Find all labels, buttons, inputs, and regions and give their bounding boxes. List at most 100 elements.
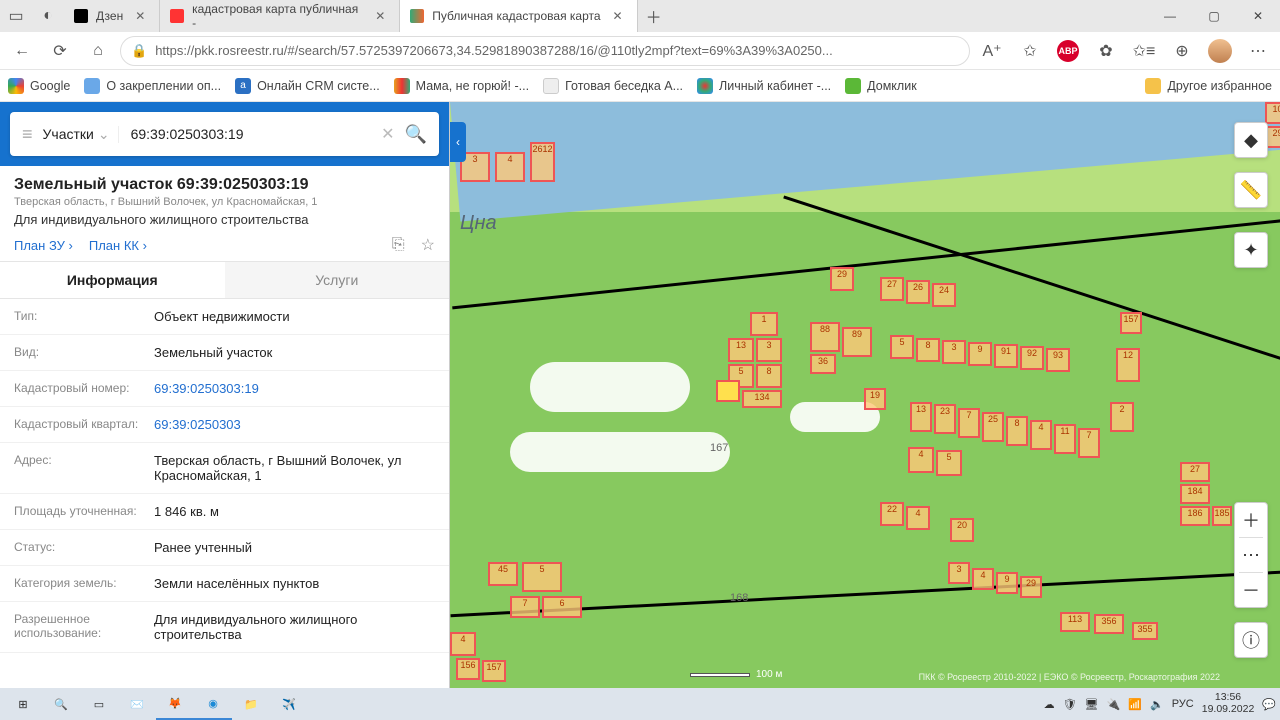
map-scale: 100 м <box>690 669 782 680</box>
firefox-app[interactable]: 🦊 <box>156 688 194 720</box>
search-icon[interactable]: 🔍 <box>401 124 431 145</box>
tab-dzen[interactable]: Дзен ✕ <box>64 0 160 32</box>
tab-pkk[interactable]: Публичная кадастровая карта ✕ <box>400 0 637 32</box>
sidebar-toggle-icon[interactable]: ▭ <box>0 0 32 32</box>
map-attribution: ПКК © Росреестр 2010-2022 | ЕЭКО © Росре… <box>919 672 1220 682</box>
zoom-in-button[interactable]: ＋ <box>1234 503 1268 537</box>
other-bookmarks-button[interactable]: Другое избранное <box>1145 78 1272 94</box>
tray-icon[interactable]: 🔌 <box>1107 698 1121 711</box>
zoom-control: ＋ ⋯ － <box>1234 502 1268 608</box>
bookmark-item[interactable]: Домклик <box>845 78 917 94</box>
maximize-button[interactable]: ▢ <box>1192 0 1236 32</box>
new-tab-button[interactable]: ＋ <box>638 0 670 32</box>
info-row: Статус:Ранее учтенный <box>0 530 449 566</box>
object-title: Земельный участок 69:39:0250303:19 <box>14 176 435 194</box>
chevron-down-icon: ⌄ <box>98 126 110 143</box>
ruler-icon: 📏 <box>1234 173 1268 207</box>
tab-info[interactable]: Информация <box>0 262 225 298</box>
adblock-icon[interactable]: ABP <box>1052 35 1084 67</box>
info-row: Категория земель:Земли населённых пункто… <box>0 566 449 602</box>
map-canvas[interactable]: Цна 3 4 2612 102 298 1 13 3 5 8 134 29 2… <box>450 102 1280 688</box>
clear-icon[interactable]: ✕ <box>381 124 394 144</box>
back-button[interactable]: ← <box>6 35 38 67</box>
favorites-list-button[interactable]: ✩≡ <box>1128 35 1160 67</box>
info-icon: ⓘ <box>1234 623 1268 657</box>
edge-app[interactable]: ◉ <box>194 688 232 720</box>
tab-label: кадастровая карта публичная - <box>192 2 363 30</box>
explorer-app[interactable]: 📁 <box>232 688 270 720</box>
search-type-select[interactable]: Участки ⌄ <box>43 126 119 143</box>
zoom-out-button[interactable]: － <box>1234 573 1268 607</box>
search-input[interactable] <box>125 126 376 142</box>
block-label: 168 <box>730 592 748 604</box>
app-icon: ◐ <box>32 0 64 32</box>
tray-icon[interactable]: 🔈 <box>1150 698 1164 711</box>
tray-icon[interactable]: 📶 <box>1128 698 1142 711</box>
tab-label: Дзен <box>96 9 123 23</box>
search-button[interactable]: 🔍 <box>42 688 80 720</box>
cadastral-number-link[interactable]: 69:39:0250303:19 <box>154 381 435 396</box>
layers-button[interactable]: ◆ <box>1234 122 1268 158</box>
home-button[interactable]: ⌂ <box>82 35 114 67</box>
collections-button[interactable]: ⊕ <box>1166 35 1198 67</box>
windows-taskbar: ⊞ 🔍 ▭ ✉️ 🦊 ◉ 📁 ✈️ ☁ 🛡 🖥 🔌 📶 🔈 РУС 13:56 … <box>0 688 1280 720</box>
plan-kk-link[interactable]: План КК › <box>89 238 147 253</box>
close-icon[interactable]: ✕ <box>609 9 627 23</box>
river-label: Цна <box>460 212 497 235</box>
info-row: Площадь уточненная:1 846 кв. м <box>0 494 449 530</box>
more-menu-button[interactable]: ⋯ <box>1242 35 1274 67</box>
measure-button[interactable]: 📏 <box>1234 172 1268 208</box>
bookmark-item[interactable]: Готовая беседка А... <box>543 78 683 94</box>
telegram-app[interactable]: ✈️ <box>270 688 308 720</box>
info-row: Кадастровый номер:69:39:0250303:19 <box>0 371 449 407</box>
tab-services[interactable]: Услуги <box>225 262 450 298</box>
close-icon[interactable]: ✕ <box>131 9 149 23</box>
target-icon: ✦ <box>1234 233 1268 267</box>
tray-lang[interactable]: РУС <box>1172 698 1194 710</box>
info-row: Тип:Объект недвижимости <box>0 299 449 335</box>
refresh-button[interactable]: ⟳ <box>44 35 76 67</box>
search-header: ≡ Участки ⌄ ✕ 🔍 <box>0 102 449 166</box>
clock[interactable]: 13:56 19.09.2022 <box>1202 692 1255 715</box>
copy-link-icon[interactable]: ⎘ <box>392 236 405 254</box>
star-icon[interactable]: ☆ <box>421 235 435 255</box>
close-button[interactable]: ✕ <box>1236 0 1280 32</box>
favorite-button[interactable]: ✩ <box>1014 35 1046 67</box>
profile-avatar[interactable] <box>1204 35 1236 67</box>
lock-icon: 🔒 <box>131 43 147 59</box>
info-row: Вид:Земельный участок <box>0 335 449 371</box>
selected-parcel <box>716 380 740 402</box>
tray-icon[interactable]: 🖥 <box>1085 698 1099 711</box>
bookmark-item[interactable]: Мама, не горюй! -... <box>394 78 529 94</box>
locate-button[interactable]: ✦ <box>1234 232 1268 268</box>
menu-icon[interactable]: ≡ <box>18 124 37 145</box>
url-field[interactable]: 🔒 https://pkk.rosreestr.ru/#/search/57.5… <box>120 36 970 66</box>
object-header: Земельный участок 69:39:0250303:19 Тверс… <box>0 166 449 261</box>
bookmark-item[interactable]: Личный кабинет -... <box>697 78 831 94</box>
minimize-button[interactable]: — <box>1148 0 1192 32</box>
cadastral-block-link[interactable]: 69:39:0250303 <box>154 417 435 432</box>
reader-mode-button[interactable]: A⁺ <box>976 35 1008 67</box>
info-button[interactable]: ⓘ <box>1234 622 1268 658</box>
bookmark-item[interactable]: О закреплении оп... <box>84 78 221 94</box>
tab-yandex-search[interactable]: кадастровая карта публичная - ✕ <box>160 0 400 32</box>
extensions-button[interactable]: ✿ <box>1090 35 1122 67</box>
taskview-button[interactable]: ▭ <box>80 688 118 720</box>
info-table: Тип:Объект недвижимости Вид:Земельный уч… <box>0 299 449 688</box>
tray-icon[interactable]: 🛡 <box>1063 698 1077 711</box>
tray-icon[interactable]: ☁ <box>1044 698 1055 711</box>
mail-app[interactable]: ✉️ <box>118 688 156 720</box>
collapse-sidebar-button[interactable]: ‹ <box>450 122 466 162</box>
close-icon[interactable]: ✕ <box>371 9 389 23</box>
bookmarks-bar: Google О закреплении оп... aОнлайн CRM с… <box>0 70 1280 102</box>
bookmark-google[interactable]: Google <box>8 78 70 94</box>
plan-zu-link[interactable]: План ЗУ › <box>14 238 73 253</box>
system-tray: ☁ 🛡 🖥 🔌 📶 🔈 РУС 13:56 19.09.2022 💬 <box>1044 692 1276 715</box>
bookmark-item[interactable]: aОнлайн CRM систе... <box>235 78 380 94</box>
info-row: Адрес:Тверская область, г Вышний Волочек… <box>0 443 449 494</box>
notifications-button[interactable]: 💬 <box>1262 698 1276 711</box>
object-usage: Для индивидуального жилищного строительс… <box>14 212 435 227</box>
start-button[interactable]: ⊞ <box>4 688 42 720</box>
browser-address-bar: ← ⟳ ⌂ 🔒 https://pkk.rosreestr.ru/#/searc… <box>0 32 1280 70</box>
zoom-dots[interactable]: ⋯ <box>1234 538 1268 572</box>
